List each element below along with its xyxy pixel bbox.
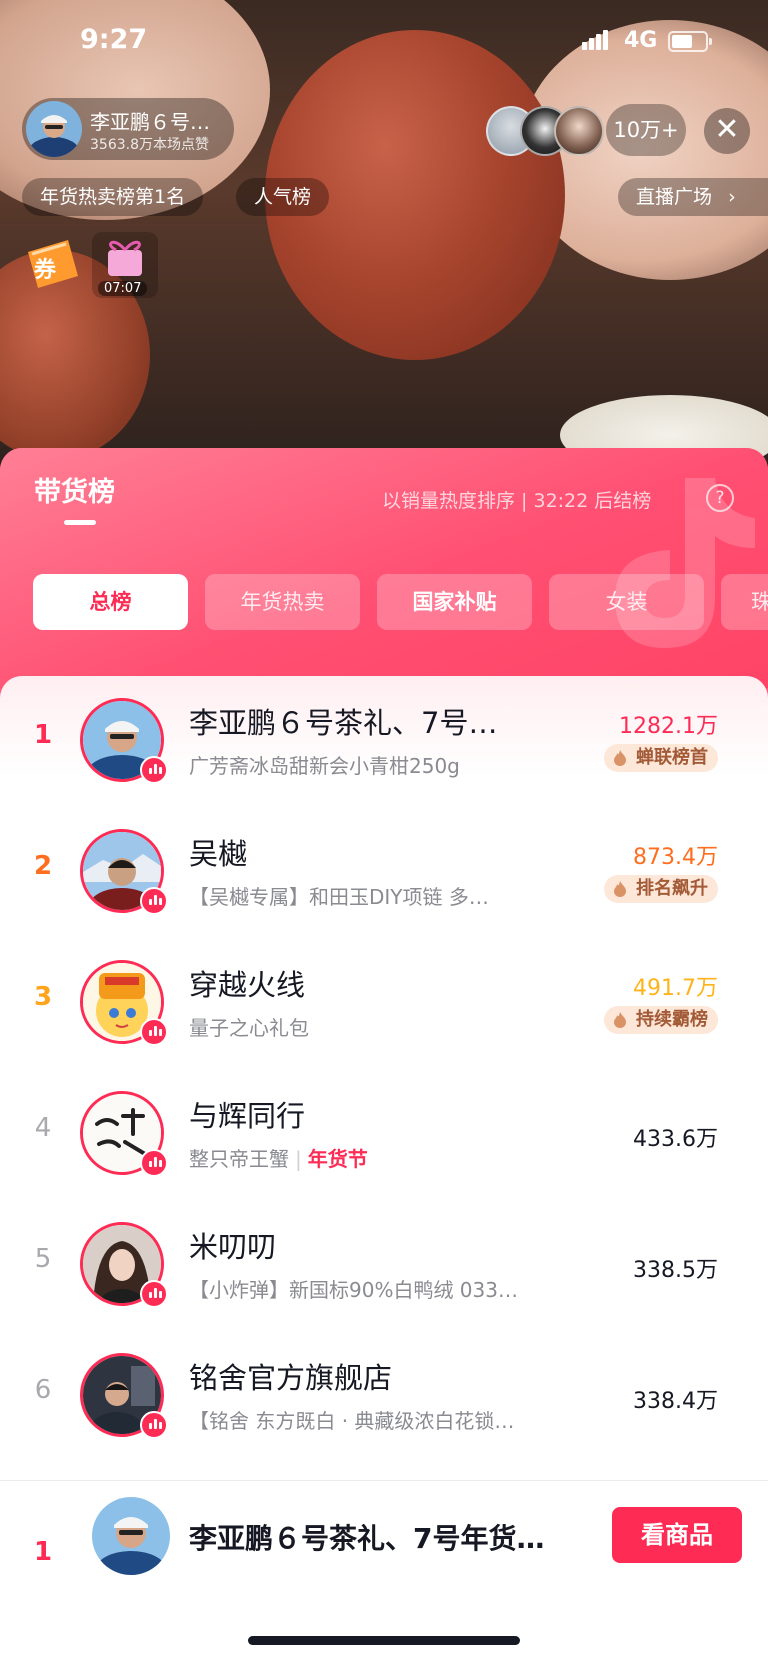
live-bars-icon: [140, 887, 168, 915]
ranking-row[interactable]: 1 李亚鹏６号茶礼、7号… 广芳斋冰岛甜新会小青柑250g 1282.1万 蝉联…: [0, 676, 768, 807]
sales-amount: 338.4万: [633, 1389, 718, 1414]
streamer-name: 穿越火线: [189, 968, 306, 1002]
streamer-name: 吴樾: [189, 837, 248, 871]
host-info-pill[interactable]: 李亚鹏６号… 3563.8万本场点赞: [22, 98, 234, 160]
view-products-button[interactable]: 看商品: [612, 1507, 742, 1563]
flame-icon: [614, 881, 626, 897]
live-bars-icon: [140, 1018, 168, 1046]
status-badge-label: 排名飙升: [636, 878, 708, 899]
rank-number: 4: [34, 1113, 52, 1143]
live-bars-icon: [140, 1411, 168, 1439]
ranking-row[interactable]: 3 穿越火线 量子之心礼包 491.7万 持续霸榜: [0, 938, 768, 1069]
rank-number: 2: [33, 851, 53, 881]
status-badge: 排名飙升: [604, 875, 718, 903]
rank-chip[interactable]: 年货热卖榜第1名: [22, 178, 204, 216]
coupon-label: 券: [34, 258, 57, 283]
ranking-list: 1 李亚鹏６号茶礼、7号… 广芳斋冰岛甜新会小青柑250g 1282.1万 蝉联…: [0, 676, 768, 1456]
host-likes: 3563.8万本场点赞: [90, 137, 209, 153]
streamer-name: 李亚鹏６号茶礼、7号…: [189, 706, 498, 740]
sales-amount: 1282.1万: [619, 714, 718, 739]
ranking-row[interactable]: 4 与辉同行 整只帝王蟹 | 年货节 433.6万: [0, 1069, 768, 1200]
current-streamer-avatar[interactable]: [92, 1497, 170, 1575]
rank-number: 1: [33, 720, 53, 750]
signal-icon: [582, 30, 610, 50]
live-plaza-chip[interactable]: 直播广场 ›: [618, 178, 768, 216]
viewer-count[interactable]: 10万+: [606, 104, 686, 156]
live-bars-icon: [140, 1149, 168, 1177]
popular-chip[interactable]: 人气榜: [236, 178, 330, 216]
product-name: 【吴樾专属】和田玉DIY项链 多…: [189, 885, 489, 909]
sales-amount: 873.4万: [633, 845, 718, 870]
help-icon[interactable]: ?: [706, 484, 734, 512]
battery-icon: [668, 31, 712, 52]
status-badge: 蝉联榜首: [604, 744, 718, 772]
current-rank-number: 1: [33, 1537, 53, 1567]
host-avatar[interactable]: [26, 101, 82, 157]
product-name: 【小炸弹】新国标90%白鸭绒 033…: [189, 1278, 518, 1302]
live-bars-icon: [140, 756, 168, 784]
rank-number: 5: [34, 1244, 52, 1274]
gift-button[interactable]: 07:07: [92, 232, 158, 298]
sheet-title[interactable]: 带货榜: [34, 470, 115, 509]
rank-number: 6: [34, 1375, 52, 1405]
close-button[interactable]: ✕: [704, 108, 750, 154]
home-indicator[interactable]: [248, 1636, 520, 1645]
gift-icon: [108, 240, 142, 276]
gift-timer: 07:07: [98, 281, 148, 296]
product-name: 【铭舍 东方既白 · 典藏级浓白花锁…: [189, 1409, 515, 1433]
tab-new-year-goods[interactable]: 年货热卖: [205, 574, 360, 630]
status-bar: 9:27 4G: [0, 22, 768, 62]
tab-national-subsidy[interactable]: 国家补贴: [377, 574, 532, 630]
sales-amount: 433.6万: [633, 1127, 718, 1152]
sales-amount: 491.7万: [633, 976, 718, 1001]
tab-overall[interactable]: 总榜: [33, 574, 188, 630]
chevron-right-icon: ›: [728, 186, 736, 208]
flame-icon: [614, 750, 626, 766]
close-icon: ✕: [714, 112, 740, 147]
rank-number: 3: [33, 982, 53, 1012]
streamer-name: 与辉同行: [189, 1099, 306, 1133]
coupon-button[interactable]: 券: [22, 232, 84, 294]
status-badge-label: 蝉联榜首: [636, 747, 708, 768]
sales-amount: 338.5万: [633, 1258, 718, 1283]
flame-icon: [614, 1012, 626, 1028]
ranking-row[interactable]: 5 米叨叨 【小炸弹】新国标90%白鸭绒 033… 338.5万: [0, 1200, 768, 1331]
divider: |: [295, 1147, 302, 1171]
live-bars-icon: [140, 1280, 168, 1308]
product-name-line: 整只帝王蟹 | 年货节: [189, 1143, 368, 1172]
title-underline: [64, 520, 96, 525]
product-name: 整只帝王蟹: [189, 1147, 289, 1171]
current-streamer-name: 李亚鹏６号茶礼、7号年货…: [189, 1522, 545, 1555]
viewer-avatar[interactable]: [554, 106, 604, 156]
event-tag: 年货节: [307, 1147, 368, 1171]
ranking-row[interactable]: 2 吴樾 【吴樾专属】和田玉DIY项链 多… 873.4万 排名飙升: [0, 807, 768, 938]
sort-note: 以销量热度排序 | 32:22 后结榜: [382, 490, 652, 512]
product-name: 广芳斋冰岛甜新会小青柑250g: [189, 754, 460, 778]
streamer-name: 米叨叨: [189, 1230, 277, 1264]
network-label: 4G: [624, 28, 658, 53]
tab-womens-wear[interactable]: 女装: [549, 574, 704, 630]
status-time: 9:27: [80, 24, 148, 55]
ranking-row[interactable]: 6 铭舍官方旗舰店 【铭舍 东方既白 · 典藏级浓白花锁… 338.4万: [0, 1331, 768, 1462]
live-plaza-label: 直播广场: [636, 186, 713, 208]
product-name: 量子之心礼包: [189, 1016, 309, 1040]
tab-jewelry[interactable]: 珠: [721, 574, 768, 630]
status-badge-label: 持续霸榜: [636, 1009, 708, 1030]
streamer-name: 铭舍官方旗舰店: [189, 1361, 393, 1395]
status-badge: 持续霸榜: [604, 1006, 718, 1034]
host-name: 李亚鹏６号…: [90, 110, 210, 134]
